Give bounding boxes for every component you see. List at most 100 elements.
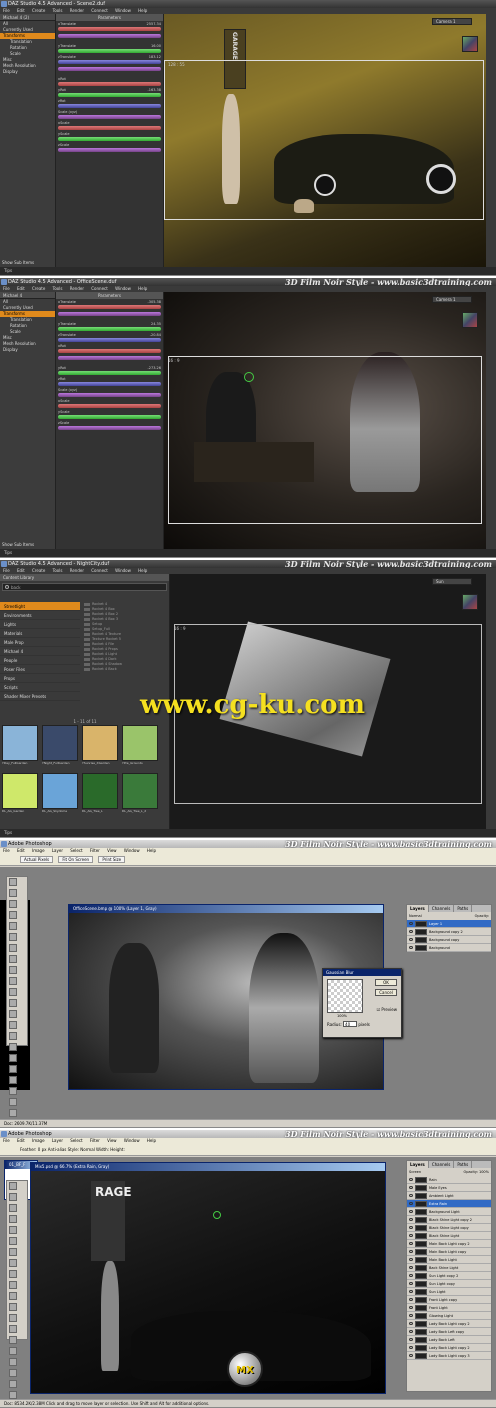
eye-icon[interactable] xyxy=(409,930,413,933)
param-slider[interactable] xyxy=(58,27,161,31)
cube-gizmo-icon[interactable] xyxy=(462,312,478,328)
tool-button[interactable] xyxy=(9,1193,17,1201)
tool-button[interactable] xyxy=(9,1021,17,1029)
param-slider[interactable] xyxy=(58,34,161,38)
camera-selector[interactable]: Sun xyxy=(432,578,472,585)
eye-icon[interactable] xyxy=(409,1194,413,1197)
content-thumbnail[interactable]: YPre_Grounds xyxy=(122,725,160,771)
library-tree-item[interactable]: Shader Mixer Presets xyxy=(0,692,80,701)
menu-connect[interactable]: Connect xyxy=(91,568,108,573)
param-slider[interactable] xyxy=(58,426,161,430)
tool-button[interactable] xyxy=(9,966,17,974)
tool-button[interactable] xyxy=(9,1237,17,1245)
menu-file[interactable]: File xyxy=(3,8,10,13)
eye-icon[interactable] xyxy=(409,1210,413,1213)
opacity-label[interactable]: Opacity: xyxy=(475,912,489,920)
document-window[interactable]: Mix5.psd @ 66.7% (Extra Rain, Gray) RAGE… xyxy=(30,1162,386,1394)
tab-layers[interactable]: Layers xyxy=(407,1161,429,1168)
param-slider[interactable] xyxy=(58,356,161,360)
param-value[interactable]: 24.35 xyxy=(151,322,161,326)
menu-select[interactable]: Select xyxy=(70,1138,82,1143)
menu-image[interactable]: Image xyxy=(32,848,45,853)
layer-row[interactable]: Front Light xyxy=(407,1304,491,1312)
content-thumbnail[interactable]: DL_AG_Tree_L_2 xyxy=(122,773,160,819)
menu-help[interactable]: Help xyxy=(138,568,147,573)
menu-file[interactable]: File xyxy=(3,568,10,573)
tab-paths[interactable]: Paths xyxy=(454,1161,473,1168)
menu-render[interactable]: Render xyxy=(70,8,84,13)
param-slider[interactable] xyxy=(58,327,161,331)
tool-button[interactable] xyxy=(9,1347,17,1355)
tab-channels[interactable]: Channels xyxy=(429,905,455,912)
tool-button[interactable] xyxy=(9,1259,17,1267)
layer-row[interactable]: Extra Rain xyxy=(407,1200,491,1208)
search-input[interactable]: back xyxy=(2,583,167,591)
viewport[interactable]: 16 : 9 Camera 1 xyxy=(164,292,486,549)
actual-pixels-button[interactable]: Actual Pixels xyxy=(20,856,54,863)
tool-button[interactable] xyxy=(9,933,17,941)
preview-checkbox[interactable]: ☑ Preview xyxy=(377,1007,397,1012)
show-sub-items-checkbox[interactable]: Show Sub Items xyxy=(2,260,34,265)
param-slider[interactable] xyxy=(58,148,161,152)
tab-parameters[interactable]: Parameters xyxy=(56,292,163,299)
menu-window[interactable]: Window xyxy=(115,286,131,291)
menu-edit[interactable]: Edit xyxy=(17,1138,25,1143)
fit-on-screen-button[interactable]: Fit On Screen xyxy=(58,856,94,863)
layer-row[interactable]: Lady Back Light copy 2 xyxy=(407,1344,491,1352)
layer-row[interactable]: Main Back Light xyxy=(407,1256,491,1264)
tool-button[interactable] xyxy=(9,1358,17,1366)
layer-row[interactable]: Background xyxy=(407,944,491,952)
tab-content-library[interactable]: Content Library xyxy=(0,574,169,581)
param-value[interactable]: -305.38 xyxy=(147,300,161,304)
eye-icon[interactable] xyxy=(409,938,413,941)
param-slider[interactable] xyxy=(58,393,161,397)
content-thumbnail[interactable]: YNight_FullGarden xyxy=(42,725,80,771)
ok-button[interactable]: OK xyxy=(375,979,397,986)
layer-row[interactable]: Main Back Light copy xyxy=(407,1248,491,1256)
tool-button[interactable] xyxy=(9,944,17,952)
param-slider[interactable] xyxy=(58,338,161,342)
tool-button[interactable] xyxy=(9,1087,17,1095)
viewport[interactable]: GARAGE 128 : 55 Camera 1 xyxy=(164,14,486,267)
tool-button[interactable] xyxy=(9,1204,17,1212)
content-thumbnail[interactable]: DL_AG_Garden xyxy=(2,773,40,819)
tab-paths[interactable]: Paths xyxy=(454,905,473,912)
layer-row[interactable]: Lady Back Left copy xyxy=(407,1328,491,1336)
eye-icon[interactable] xyxy=(409,1242,413,1245)
eye-icon[interactable] xyxy=(409,1178,413,1181)
eye-icon[interactable] xyxy=(409,1322,413,1325)
document-canvas[interactable]: RAGE MX xyxy=(31,1171,385,1393)
menu-view[interactable]: View xyxy=(107,1138,117,1143)
tool-button[interactable] xyxy=(9,1109,17,1117)
show-sub-items-checkbox[interactable]: Show Sub Items xyxy=(2,542,34,547)
menu-window[interactable]: Window xyxy=(124,848,140,853)
tab-parameters[interactable]: Parameters xyxy=(56,14,163,21)
param-slider[interactable] xyxy=(58,371,161,375)
layer-row[interactable]: Black Shine Light copy 2 xyxy=(407,1216,491,1224)
layer-row[interactable]: Lady Back Light copy 2 xyxy=(407,1320,491,1328)
library-tree-item[interactable]: Michael 4 xyxy=(0,647,80,656)
menu-connect[interactable]: Connect xyxy=(91,286,108,291)
param-value[interactable]: -163.38 xyxy=(147,88,161,92)
tool-button[interactable] xyxy=(9,1248,17,1256)
eye-icon[interactable] xyxy=(409,1226,413,1229)
menu-create[interactable]: Create xyxy=(32,568,45,573)
menu-help[interactable]: Help xyxy=(147,1138,156,1143)
eye-icon[interactable] xyxy=(409,1298,413,1301)
param-slider[interactable] xyxy=(58,104,161,108)
param-slider[interactable] xyxy=(58,126,161,130)
eye-icon[interactable] xyxy=(409,1258,413,1261)
tool-button[interactable] xyxy=(9,1215,17,1223)
menu-image[interactable]: Image xyxy=(32,1138,45,1143)
tool-button[interactable] xyxy=(9,1076,17,1084)
eye-icon[interactable] xyxy=(409,1266,413,1269)
param-slider[interactable] xyxy=(58,60,161,64)
tool-button[interactable] xyxy=(9,1314,17,1322)
param-slider[interactable] xyxy=(58,67,161,71)
menu-window[interactable]: Window xyxy=(115,8,131,13)
eye-icon[interactable] xyxy=(409,1354,413,1357)
layer-row[interactable]: Lady Back Light copy 3 xyxy=(407,1352,491,1360)
layer-row[interactable]: Black Shine Light xyxy=(407,1232,491,1240)
eye-icon[interactable] xyxy=(409,1202,413,1205)
layer-row[interactable]: Rain xyxy=(407,1176,491,1184)
